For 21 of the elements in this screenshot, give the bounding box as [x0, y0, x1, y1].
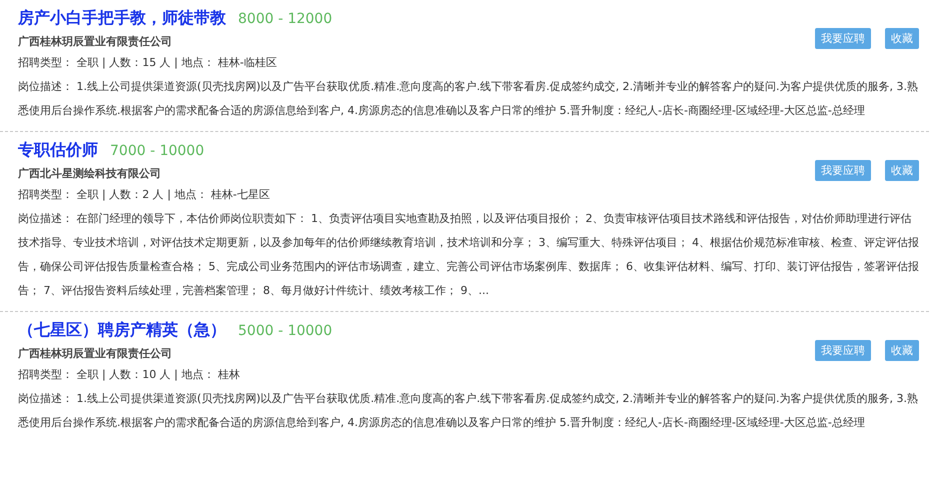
job-meta: 招聘类型： 全职 | 人数：15 人 | 地点： 桂林-临桂区	[18, 55, 278, 71]
job-description: 岗位描述： 1.线上公司提供渠道资源(贝壳找房网)以及广告平台获取优质.精准.意向度高的客户.线下带客看房.促成签约成交, 2.清晰并专业的解答客户的疑问.为客户提供优质的服务, 3.熟悉使用后台操作系统.根据客户的需求配备合适的房源信息给到客户, 4.房源房态的信息准确以及客户日常的维护 5.晋升制度：经纪人-店长-商圈经理-区域经理-大区总监-总经理	[18, 391, 919, 431]
apply-button[interactable]: 我要应聘	[815, 160, 871, 181]
favorite-button[interactable]: 收藏	[885, 28, 919, 49]
job-meta: 招聘类型： 全职 | 人数：2 人 | 地点： 桂林-七星区	[18, 187, 271, 203]
apply-button[interactable]: 我要应聘	[815, 28, 871, 49]
company-name: 广西桂林玥辰置业有限责任公司	[18, 34, 173, 50]
salary-range: 8000 - 12000	[238, 11, 332, 27]
salary-range: 5000 - 10000	[238, 323, 332, 339]
job-description: 岗位描述： 1.线上公司提供渠道资源(贝壳找房网)以及广告平台获取优质.精准.意向度高的客户.线下带客看房.促成签约成交, 2.清晰并专业的解答客户的疑问.为客户提供优质的服务, 3.熟悉使用后台操作系统.根据客户的需求配备合适的房源信息给到客户, 4.房源房态的信息准确以及客户日常的维护 5.晋升制度：经纪人-店长-商圈经理-区域经理-大区总监-总经理	[18, 79, 919, 119]
job-meta: 招聘类型： 全职 | 人数：10 人 | 地点： 桂林	[18, 367, 241, 383]
job-title[interactable]: 房产小白手把手教，师徒带教	[18, 8, 226, 29]
apply-button[interactable]: 我要应聘	[815, 340, 871, 361]
favorite-button[interactable]: 收藏	[885, 160, 919, 181]
salary-range: 7000 - 10000	[110, 143, 204, 159]
job-title[interactable]: 专职估价师	[18, 140, 98, 161]
company-name: 广西北斗星测绘科技有限公司	[18, 166, 162, 182]
favorite-button[interactable]: 收藏	[885, 340, 919, 361]
company-name: 广西桂林玥辰置业有限责任公司	[18, 346, 173, 362]
job-title[interactable]: （七星区）聘房产精英（急）	[18, 320, 226, 341]
job-description: 岗位描述： 在部门经理的领导下，本估价师岗位职责如下： 1、负责评估项目实地查勘及拍照，以及评估项目报价； 2、负责审核评估项目技术路线和评估报告，对估价师助理进行评估技术指导、专业技术培训，对评估技术定期更新，以及参加每年的估价师继续教育培训，技术培训和分享； 3、编写重大、特殊评估项目； 4、根据估价规范标准审核、检查、评定评估报告，确保公司评估报告质量检查合格； 5、完成公司业务范围内的评估市场调查，建立、完善公司评估市场案例库、数据库； 6、收集评估材料、编写、打印、装订评估报告，签署评估报告； 7、评估报告资料后续处理，完善档案管理； 8、每月做好计件统计、绩效考核工作； 9、...	[18, 211, 919, 299]
